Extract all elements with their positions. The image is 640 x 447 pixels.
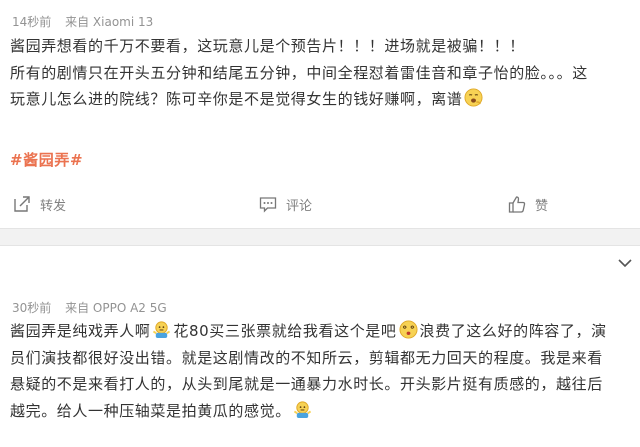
post-card-2: 30秒前 来自 OPPO A2 5G 酱园弄是纯戏弄人啊 花80买三张票就给我看… [0, 246, 640, 447]
like-label: 赞 [535, 198, 549, 214]
like-button[interactable]: 赞 [507, 190, 548, 218]
like-icon [508, 196, 526, 213]
post-text-line: 越完。给人一种压轴菜是拍黄瓜的感觉。 [10, 398, 628, 425]
post-source: 来自 OPPO A2 5G [65, 301, 167, 315]
comment-label: 评论 [286, 198, 313, 214]
chevron-down-icon[interactable] [616, 254, 634, 272]
post-time: 30秒前 [12, 301, 52, 315]
post-card-1: 14秒前 来自 Xiaomi 13 酱园弄想看的千万不要看，这玩意儿是个预告片！… [0, 0, 640, 228]
post-text-line: 悬疑的不是来看打人的，从头到尾就是一通暴力水时长。开头影片挺有质感的，越往后 [10, 375, 603, 393]
repost-icon [14, 196, 30, 212]
repost-button[interactable]: 转发 [12, 190, 66, 218]
post-text-line: 酱园弄想看的千万不要看，这玩意儿是个预告片！！！进场就是被骗！！！ [10, 37, 525, 55]
shrug-emoji-icon [293, 400, 311, 418]
post-meta: 30秒前 来自 OPPO A2 5G [12, 299, 167, 316]
post-text-line: 玩意儿怎么进的院线？陈可辛你是不是觉得女生的钱好赚啊，离谱 [10, 86, 628, 113]
post-divider [0, 228, 640, 246]
post-meta: 14秒前 来自 Xiaomi 13 [12, 13, 153, 30]
comment-button[interactable]: 评论 [258, 190, 312, 218]
yawn-emoji-icon [464, 88, 483, 107]
post-text: 酱园弄是纯戏弄人啊 花80买三张票就给我看这个是吧 浪费了这么好的阵容了，演 员… [10, 318, 628, 424]
post-text-line: 员们演技都很好没出错。就是这剧情改的不知所云，剪辑都无力回天的程度。我是来看 [10, 348, 603, 367]
dizzy-emoji-icon [398, 320, 418, 339]
shrug-emoji-icon [153, 321, 171, 339]
post-text-line: 所有的剧情只在开头五分钟和结尾五分钟，中间全程怼着雷佳音和章子怡的脸。。。这 [10, 63, 588, 82]
comment-icon [259, 197, 277, 213]
post-actions: 转发 评论 赞 [0, 190, 640, 218]
post-text-line: 酱园弄是纯戏弄人啊 花80买三张票就给我看这个是吧 浪费了这么好的阵容了，演 [10, 320, 607, 340]
hashtag-link[interactable]: #酱园弄# [10, 147, 628, 174]
post-text: 酱园弄想看的千万不要看，这玩意儿是个预告片！！！进场就是被骗！！！ 所有的剧情只… [10, 33, 628, 113]
post-source: 来自 Xiaomi 13 [65, 15, 154, 29]
repost-label: 转发 [40, 198, 67, 214]
post-time: 14秒前 [12, 15, 52, 29]
